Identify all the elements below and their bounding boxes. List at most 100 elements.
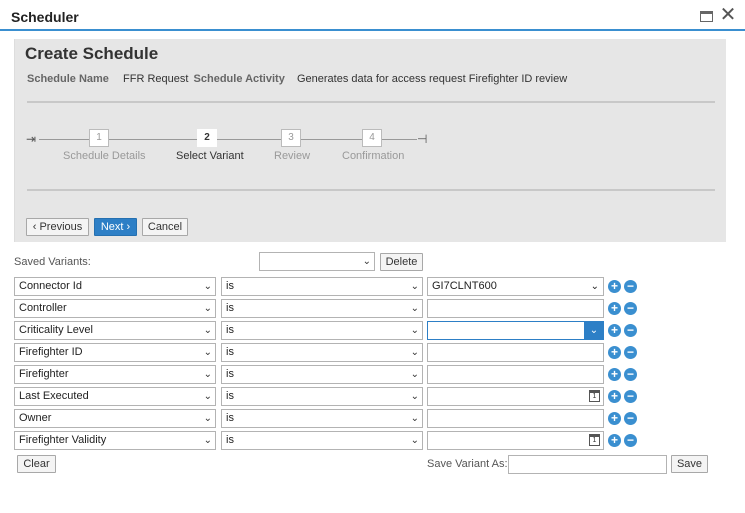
criteria-field-select[interactable]: Last Executed ⌄ (14, 387, 216, 406)
criteria-operator-value: is (226, 434, 234, 446)
criteria-operator-select[interactable]: is ⌄ (221, 299, 423, 318)
criteria-operator-value: is (226, 280, 234, 292)
title-bar: Scheduler ✕ (0, 0, 745, 31)
criteria-operator-select[interactable]: is ⌄ (221, 343, 423, 362)
criteria-field-value: Owner (19, 412, 52, 424)
criteria-value-input[interactable]: 1 (427, 431, 604, 450)
save-button[interactable]: Save (671, 455, 708, 473)
wizard-step-2-number[interactable]: 2 (197, 129, 217, 147)
criteria-field-select[interactable]: Connector Id ⌄ (14, 277, 216, 296)
minus-circle-icon[interactable]: − (624, 280, 637, 293)
criteria-operator-select[interactable]: is ⌄ (221, 321, 423, 340)
chevron-down-icon: ⌄ (203, 369, 212, 380)
minus-circle-icon[interactable]: − (624, 346, 637, 359)
next-label: Next (100, 221, 124, 233)
criteria-field-value: Firefighter ID (19, 346, 83, 358)
criteria-field-select[interactable]: Criticality Level ⌄ (14, 321, 216, 340)
criteria-field-select[interactable]: Controller ⌄ (14, 299, 216, 318)
criteria-field-value: Controller (19, 302, 67, 314)
wizard-step-3-number[interactable]: 3 (281, 129, 301, 147)
criteria-operator-select[interactable]: is ⌄ (221, 387, 423, 406)
criteria-value-input[interactable] (427, 365, 604, 384)
clear-button[interactable]: Clear (17, 455, 56, 473)
criteria-operator-select[interactable]: is ⌄ (221, 277, 423, 296)
chevron-right-icon: › (126, 221, 131, 233)
wizard-step-3-label[interactable]: Review (274, 150, 310, 162)
schedule-name-label: Schedule Name (27, 73, 109, 85)
wizard-step-2-label[interactable]: Select Variant (176, 150, 244, 162)
roadmap-end-icon: ⊣ (417, 132, 428, 146)
criteria-field-select[interactable]: Firefighter Validity ⌄ (14, 431, 216, 450)
plus-circle-icon[interactable]: + (608, 346, 621, 359)
plus-circle-icon[interactable]: + (608, 280, 621, 293)
criteria-field-value: Last Executed (19, 390, 89, 402)
criteria-operator-value: is (226, 390, 234, 402)
next-button[interactable]: Next › (94, 218, 137, 236)
criteria-value-input[interactable]: 1 (427, 387, 604, 406)
wizard-step-4-number[interactable]: 4 (362, 129, 382, 147)
chevron-down-icon: ⌄ (410, 413, 419, 424)
plus-circle-icon[interactable]: + (608, 302, 621, 315)
previous-button[interactable]: ‹ Previous (26, 218, 89, 236)
criteria-field-value: Connector Id (19, 280, 82, 292)
plus-circle-icon[interactable]: + (608, 368, 621, 381)
minus-circle-icon[interactable]: − (624, 390, 637, 403)
criteria-value-input[interactable]: GI7CLNT600 ⌄ (427, 277, 604, 296)
chevron-down-icon: ⌄ (362, 256, 371, 267)
criteria-value-input[interactable] (427, 409, 604, 428)
chevron-down-icon: ⌄ (203, 347, 212, 358)
criteria-field-value: Criticality Level (19, 324, 93, 336)
chevron-down-icon: ⌄ (203, 413, 212, 424)
wizard-step-1-label[interactable]: Schedule Details (63, 150, 146, 162)
criteria-value-input[interactable]: ⌄ (427, 321, 604, 340)
criteria-value-input[interactable] (427, 343, 604, 362)
schedule-name-value: FFR Request (123, 73, 189, 85)
saved-variants-select[interactable]: ⌄ (259, 252, 375, 271)
criteria-field-select[interactable]: Firefighter ⌄ (14, 365, 216, 384)
calendar-icon[interactable]: 1 (589, 434, 600, 446)
criteria-operator-select[interactable]: is ⌄ (221, 365, 423, 384)
cancel-button[interactable]: Cancel (142, 218, 188, 236)
criteria-operator-value: is (226, 346, 234, 358)
delete-button[interactable]: Delete (380, 253, 423, 271)
chevron-left-icon: ‹ (32, 221, 37, 233)
minus-circle-icon[interactable]: − (624, 368, 637, 381)
schedule-activity-value: Generates data for access request Firefi… (296, 73, 568, 85)
criteria-operator-select[interactable]: is ⌄ (221, 409, 423, 428)
chevron-down-icon: ⌄ (203, 325, 212, 336)
plus-circle-icon[interactable]: + (608, 434, 621, 447)
wizard-step-1-number[interactable]: 1 (89, 129, 109, 147)
page-title: Create Schedule (25, 44, 159, 63)
minus-circle-icon[interactable]: − (624, 412, 637, 425)
plus-circle-icon[interactable]: + (608, 412, 621, 425)
criteria-value-input[interactable] (427, 299, 604, 318)
plus-circle-icon[interactable]: + (608, 390, 621, 403)
previous-label: Previous (39, 221, 83, 233)
criteria-operator-value: is (226, 324, 234, 336)
criteria-field-select[interactable]: Owner ⌄ (14, 409, 216, 428)
close-icon[interactable]: ✕ (719, 5, 737, 25)
criteria-field-select[interactable]: Firefighter ID ⌄ (14, 343, 216, 362)
minus-circle-icon[interactable]: − (624, 324, 637, 337)
roadmap-start-icon: ⇥ (26, 132, 37, 146)
plus-circle-icon[interactable]: + (608, 324, 621, 337)
minus-circle-icon[interactable]: − (624, 302, 637, 315)
scheduler-window: Scheduler ✕ Create Schedule Schedule Nam… (0, 0, 745, 513)
saved-variants-label: Saved Variants: (14, 256, 91, 268)
chevron-down-icon[interactable]: ⌄ (591, 278, 599, 295)
save-variant-as-input[interactable] (508, 455, 667, 474)
criteria-field-value: Firefighter Validity (19, 434, 107, 446)
chevron-down-icon: ⌄ (410, 281, 419, 292)
schedule-info: Schedule Name FFR Request Schedule Activ… (27, 73, 569, 85)
minus-circle-icon[interactable]: − (624, 434, 637, 447)
calendar-icon[interactable]: 1 (589, 390, 600, 402)
criteria-operator-value: is (226, 302, 234, 314)
save-variant-as-label: Save Variant As: (427, 458, 508, 470)
divider (27, 101, 715, 103)
criteria-operator-select[interactable]: is ⌄ (221, 431, 423, 450)
wizard-step-4-label[interactable]: Confirmation (342, 150, 404, 162)
chevron-down-icon: ⌄ (410, 391, 419, 402)
maximize-icon[interactable] (700, 11, 713, 22)
chevron-down-icon: ⌄ (410, 435, 419, 446)
chevron-down-icon[interactable]: ⌄ (584, 321, 604, 340)
